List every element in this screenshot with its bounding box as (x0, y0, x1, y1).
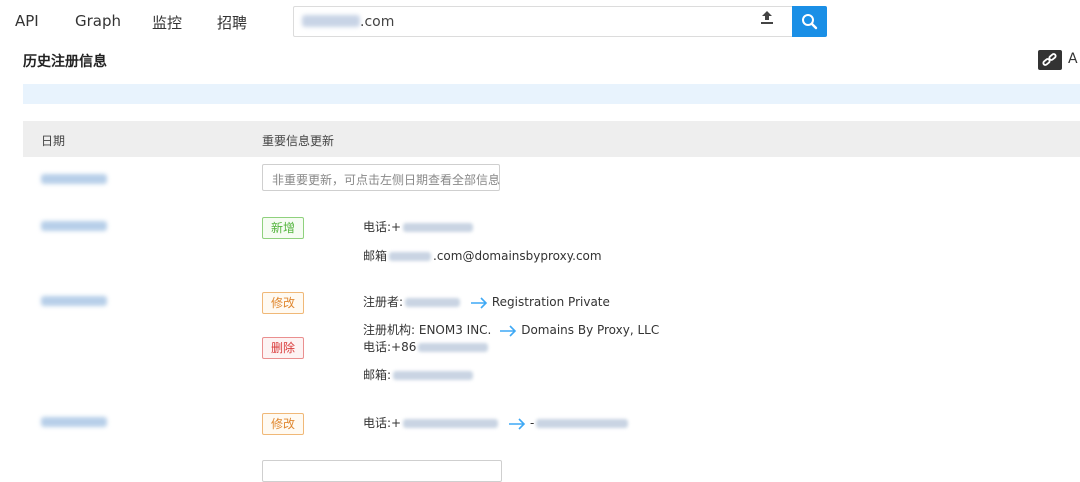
arrow-right-icon (470, 296, 488, 309)
email-line: 邮箱: (363, 366, 475, 383)
search-icon (802, 14, 818, 30)
registrant-label: 注册者: (363, 295, 404, 309)
phone-line: 电话:+86 (363, 338, 490, 355)
notice-box: 非重要更新，可点击左侧日期查看全部信息 (262, 164, 500, 191)
redacted (536, 419, 629, 428)
tag-modify: 修改 (262, 413, 305, 435)
phone-label: 电话:+86 (363, 340, 417, 354)
table-row: 新增 电话:+ 邮箱 .com@domainsbyproxy.com (23, 210, 1080, 270)
notice-box (262, 460, 502, 482)
redacted (405, 298, 461, 307)
phone-line: 电话:+ (363, 218, 475, 235)
email-label: 邮箱: (363, 368, 392, 382)
redacted (393, 371, 474, 380)
arrow-right-icon (508, 417, 526, 430)
top-bar: API Graph 监控 招聘 .com (0, 0, 1080, 44)
date-link[interactable] (41, 296, 107, 306)
link-button[interactable] (1038, 50, 1062, 70)
redacted (418, 343, 489, 352)
info-banner (23, 84, 1080, 104)
arrow-right-icon (500, 324, 517, 337)
date-link[interactable] (41, 221, 107, 231)
table-row: 修改 删除 注册者: Registration Private 注册机构: EN… (23, 285, 1080, 395)
tag-add: 新增 (262, 217, 305, 239)
redacted (389, 252, 432, 261)
registrar-label: 注册机构: ENOM3 INC. (363, 323, 492, 337)
table-row: 修改 电话:+ - (23, 405, 1080, 450)
email-suffix: .com@domainsbyproxy.com (433, 249, 602, 263)
search-value: .com (360, 14, 395, 30)
nav-api[interactable]: API (15, 12, 39, 30)
nav-jobs[interactable]: 招聘 (217, 12, 247, 33)
section-title: 历史注册信息 (23, 54, 107, 70)
search-value-redacted (302, 15, 360, 27)
link-icon (1042, 53, 1057, 66)
upload-icon[interactable] (758, 9, 776, 27)
phone-line: 电话:+ - (363, 414, 630, 431)
date-link[interactable] (41, 174, 107, 184)
phone-label: 电话:+ (363, 220, 402, 234)
date-link[interactable] (41, 417, 107, 427)
phone-label: 电话:+ (363, 416, 402, 430)
nav-graph[interactable]: Graph (75, 12, 121, 30)
email-label: 邮箱 (363, 249, 388, 263)
registrant-line: 注册者: Registration Private (363, 293, 610, 310)
nav-monitor[interactable]: 监控 (152, 12, 182, 33)
col-date: 日期 (41, 134, 66, 148)
search-button[interactable] (792, 6, 827, 37)
side-label: A (1068, 51, 1078, 67)
col-updates: 重要信息更新 (262, 134, 335, 148)
registrar-new: Domains By Proxy, LLC (521, 323, 660, 337)
table-header: 日期 重要信息更新 (23, 121, 1080, 157)
redacted (403, 223, 474, 232)
email-line: 邮箱 .com@domainsbyproxy.com (363, 247, 602, 264)
tag-delete: 删除 (262, 337, 305, 359)
tag-modify: 修改 (262, 292, 305, 314)
redacted (403, 419, 499, 428)
search-input[interactable]: .com (293, 6, 827, 37)
registrant-new: Registration Private (491, 295, 610, 309)
registrar-line: 注册机构: ENOM3 INC. Domains By Proxy, LLC (363, 321, 659, 338)
phone-to: - (529, 416, 535, 430)
table-row: 非重要更新，可点击左侧日期查看全部信息 (23, 160, 1080, 200)
